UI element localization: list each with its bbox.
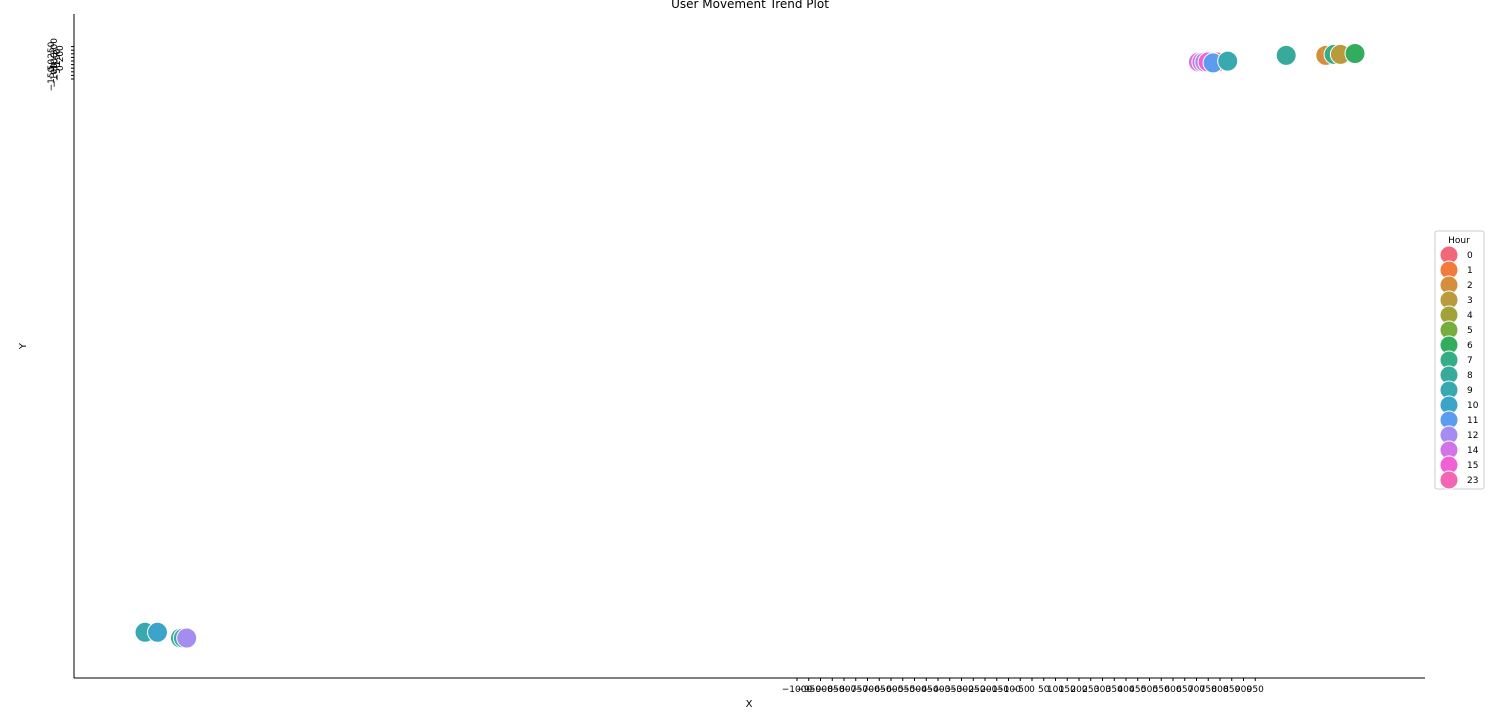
x-tick-label: −50 <box>1011 685 1030 695</box>
scatter-point <box>147 621 168 643</box>
scatter-point <box>176 627 198 649</box>
legend-label: 5 <box>1467 326 1473 336</box>
x-axis-label: X <box>746 699 753 710</box>
legend-label: 3 <box>1467 296 1473 306</box>
legend-label: 11 <box>1467 416 1478 426</box>
scatter-point <box>1217 50 1239 72</box>
scatter-chart: User Movement Trend Plot −1000−950−900−8… <box>18 0 1485 710</box>
chart-title: User Movement Trend Plot <box>671 0 829 11</box>
legend-title: Hour <box>1448 236 1470 246</box>
legend-label: 9 <box>1467 386 1473 396</box>
legend-label: 6 <box>1467 341 1473 351</box>
legend-label: 4 <box>1467 311 1473 321</box>
y-tick-label: 300 <box>50 38 60 55</box>
legend-label: 8 <box>1467 371 1473 381</box>
x-tick-label: 0 <box>1029 685 1035 695</box>
x-ticks: −1000−950−900−850−800−750−700−650−600−55… <box>782 678 1264 695</box>
y-ticks: −150−100−50050100150200250300 <box>47 38 74 91</box>
legend-label: 10 <box>1467 401 1479 411</box>
legend-marker <box>1439 470 1459 490</box>
legend-label: 23 <box>1467 476 1478 486</box>
x-tick-label: 950 <box>1247 685 1264 695</box>
legend-label: 15 <box>1467 461 1478 471</box>
legend-label: 14 <box>1467 446 1479 456</box>
scatter-point <box>1275 44 1297 66</box>
legend: Hour 0123456789101112141523 <box>1434 230 1485 490</box>
scatter-point <box>1344 43 1366 64</box>
axes <box>73 14 1425 679</box>
legend-label: 2 <box>1467 281 1473 291</box>
y-axis-label: Y <box>18 342 29 350</box>
legend-label: 7 <box>1467 356 1473 366</box>
scatter-points <box>134 43 1366 649</box>
legend-label: 0 <box>1467 251 1473 261</box>
legend-label: 1 <box>1467 266 1473 276</box>
legend-label: 12 <box>1467 431 1478 441</box>
